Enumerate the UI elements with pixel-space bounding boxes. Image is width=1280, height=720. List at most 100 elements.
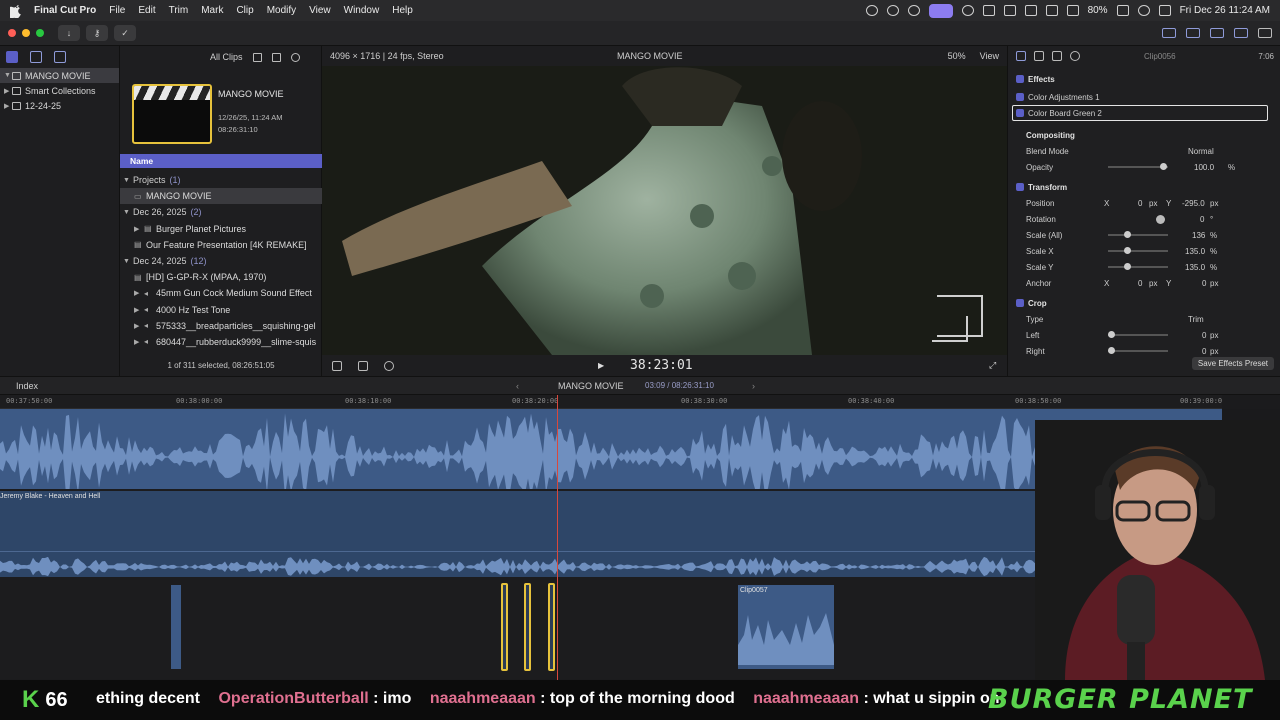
timeline-ruler[interactable]: 00:37:50:00 00:38:00:00 00:38:10:00 00:3… <box>0 395 1222 409</box>
disclosure-closed-icon[interactable]: ▶ <box>134 306 144 314</box>
transform-section[interactable]: Transform <box>1008 179 1280 195</box>
audio-inspector-icon[interactable] <box>1052 51 1062 61</box>
blend-mode-dropdown[interactable]: Normal <box>1188 147 1214 156</box>
list-item[interactable]: ▶ ◂ 45mm Gun Cock Medium Sound Effect <box>120 285 322 301</box>
speed-tool-icon[interactable] <box>384 360 394 371</box>
clip-filter-dropdown[interactable]: All Clips <box>210 52 243 62</box>
clip-appearance-icon[interactable] <box>271 52 281 62</box>
playhead[interactable] <box>557 395 558 680</box>
disclosure-open-icon[interactable]: ▼ <box>123 209 133 216</box>
slider-knob[interactable] <box>1124 231 1131 238</box>
menu-window[interactable]: Window <box>344 5 380 16</box>
bluetooth-icon[interactable] <box>1045 5 1058 16</box>
smart-collections-item[interactable]: ▶ Smart Collections <box>0 83 119 98</box>
screen-share-icon[interactable] <box>928 3 953 18</box>
disclosure-open-icon[interactable]: ▼ <box>123 258 133 265</box>
scale-all-value[interactable]: 136 <box>1192 231 1205 240</box>
zoom-window-button[interactable] <box>36 29 44 37</box>
menu-help[interactable]: Help <box>392 5 413 16</box>
menu-file[interactable]: File <box>109 5 125 16</box>
menu-view[interactable]: View <box>309 5 331 16</box>
position-x-value[interactable]: 0 <box>1138 199 1142 208</box>
crop-section[interactable]: Crop <box>1008 295 1280 311</box>
view-dropdown[interactable]: View <box>980 51 999 61</box>
menu-trim[interactable]: Trim <box>169 5 189 16</box>
message-icon[interactable] <box>1024 5 1037 16</box>
search-icon[interactable] <box>1137 5 1150 16</box>
scale-y-slider[interactable] <box>1108 263 1168 270</box>
opacity-value[interactable]: 100.0 <box>1194 163 1214 172</box>
connected-clip[interactable] <box>171 585 181 669</box>
connected-clip[interactable]: Clip0057 <box>738 585 834 669</box>
display-icon[interactable] <box>1003 5 1016 16</box>
group-projects[interactable]: ▼ Projects (1) <box>120 172 322 188</box>
info-inspector-icon[interactable] <box>1070 51 1080 61</box>
list-view-icon[interactable] <box>252 52 262 62</box>
import-button[interactable]: ↓ <box>58 25 80 41</box>
group-dec-26[interactable]: ▼ Dec 26, 2025 (2) <box>120 204 322 220</box>
rotation-dial[interactable] <box>1156 214 1165 224</box>
workspace-icon[interactable] <box>1162 28 1176 38</box>
crop-checkbox[interactable] <box>1016 299 1024 307</box>
volume-icon[interactable] <box>982 5 995 16</box>
library-mango-movie[interactable]: ▼ MANGO MOVIE <box>0 68 119 83</box>
list-item[interactable]: ▶ ◂ 680447__rubberduck9999__slime-squis <box>120 334 322 350</box>
zoom-dropdown[interactable]: 50% <box>948 51 966 61</box>
save-effects-preset-button[interactable]: Save Effects Preset <box>1191 357 1274 370</box>
list-item[interactable]: ▶ ◂ 575333__breadparticles__squishing-ge… <box>120 318 322 334</box>
fullscreen-icon[interactable]: ⤢ <box>989 360 999 370</box>
menu-edit[interactable]: Edit <box>138 5 155 16</box>
record-icon[interactable] <box>865 5 878 16</box>
list-item[interactable]: ▶ ◂ 4000 Hz Test Tone <box>120 302 322 318</box>
selected-clip[interactable] <box>501 583 508 671</box>
name-column-header[interactable]: Name <box>120 154 322 168</box>
effect-color-adjustments[interactable]: Color Adjustments 1 <box>1008 89 1280 105</box>
app-menu[interactable]: Final Cut Pro <box>34 5 96 16</box>
history-back-icon[interactable]: ‹ <box>516 381 519 391</box>
disclosure-closed-icon[interactable]: ▶ <box>4 87 12 95</box>
scale-x-slider[interactable] <box>1108 247 1168 254</box>
timeline-index-button[interactable]: Index <box>16 381 38 391</box>
rotation-value[interactable]: 0 <box>1200 215 1204 224</box>
effects-checkbox[interactable] <box>1016 75 1024 83</box>
disclosure-open-icon[interactable]: ▼ <box>4 72 12 79</box>
effects-section[interactable]: Effects <box>1008 71 1280 87</box>
menu-modify[interactable]: Modify <box>267 5 296 16</box>
minimize-window-button[interactable] <box>22 29 30 37</box>
disclosure-closed-icon[interactable]: ▶ <box>134 289 144 297</box>
list-item-project[interactable]: ▭ MANGO MOVIE <box>120 188 322 205</box>
slider-knob[interactable] <box>1160 163 1167 170</box>
color-inspector-icon[interactable] <box>1034 51 1044 61</box>
inspector-toggle-icon[interactable] <box>1234 28 1248 38</box>
keywords-button[interactable]: ⚷ <box>86 25 108 41</box>
battery-icon[interactable] <box>1116 5 1129 16</box>
titles-tab-icon[interactable] <box>54 51 66 63</box>
disclosure-closed-icon[interactable]: ▶ <box>134 338 144 346</box>
transform-checkbox[interactable] <box>1016 183 1024 191</box>
transform-tool-icon[interactable] <box>332 360 342 371</box>
close-window-button[interactable] <box>8 29 16 37</box>
video-inspector-icon[interactable] <box>1016 51 1026 61</box>
disclosure-closed-icon[interactable]: ▶ <box>134 322 144 330</box>
play-icon[interactable]: ▶ <box>598 361 604 370</box>
menu-clip[interactable]: Clip <box>236 5 253 16</box>
timeline-toggle-icon[interactable] <box>1210 28 1224 38</box>
history-forward-icon[interactable]: › <box>752 381 755 391</box>
libraries-tab-icon[interactable] <box>6 51 18 63</box>
wifi-icon[interactable] <box>1066 5 1079 16</box>
anchor-y-value[interactable]: 0 <box>1202 279 1206 288</box>
video-frame[interactable] <box>322 66 1007 355</box>
group-dec-24[interactable]: ▼ Dec 24, 2025 (12) <box>120 253 322 269</box>
enhance-tool-icon[interactable] <box>358 360 368 371</box>
scale-all-slider[interactable] <box>1108 231 1168 238</box>
slider-knob[interactable] <box>1124 247 1131 254</box>
crop-type-dropdown[interactable]: Trim <box>1188 315 1204 324</box>
scale-x-value[interactable]: 135.0 <box>1185 247 1205 256</box>
menubar-clock[interactable]: Fri Dec 26 11:24 AM <box>1180 5 1270 16</box>
project-thumbnail[interactable] <box>132 84 212 144</box>
timeline-project-name[interactable]: MANGO MOVIE <box>558 381 624 391</box>
anchor-x-value[interactable]: 0 <box>1138 279 1142 288</box>
disclosure-open-icon[interactable]: ▼ <box>123 177 133 184</box>
list-item[interactable]: ▤ [HD] G-GP-R-X (MPAA, 1970) <box>120 269 322 285</box>
control-center-icon[interactable] <box>1158 5 1171 16</box>
